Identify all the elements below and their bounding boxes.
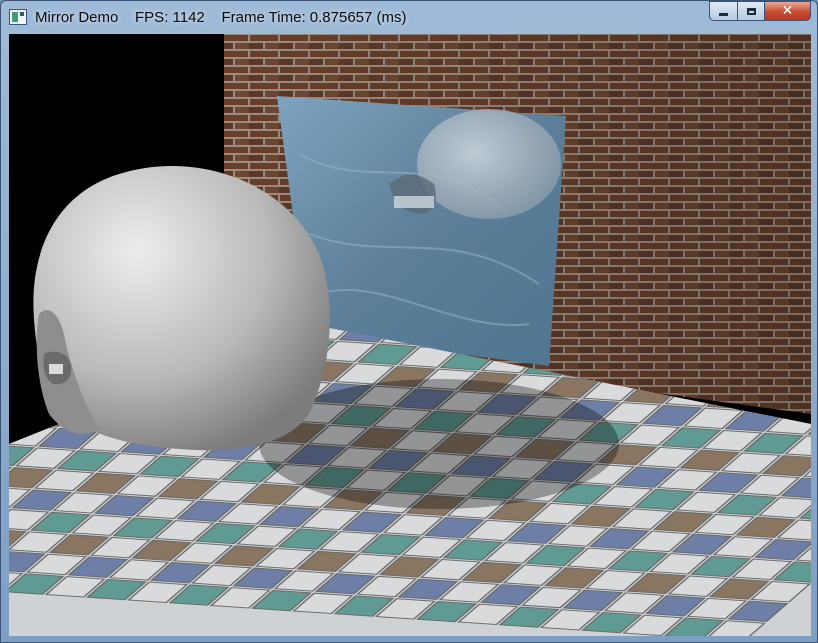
fps-readout: FPS: 1142: [135, 8, 205, 26]
application-window: Mirror Demo FPS: 1142 Frame Time: 0.8756…: [0, 0, 818, 643]
caption-buttons: ✕: [709, 1, 811, 21]
maximize-icon: [746, 7, 756, 15]
app-icon[interactable]: [9, 9, 27, 25]
frame-time-readout: Frame Time: 0.875657 (ms): [221, 8, 407, 26]
close-icon: ✕: [781, 3, 794, 19]
close-button[interactable]: ✕: [764, 1, 811, 21]
render-viewport[interactable]: [9, 34, 811, 636]
maximize-button[interactable]: [737, 1, 764, 21]
title-bar[interactable]: Mirror Demo FPS: 1142 Frame Time: 0.8756…: [1, 1, 817, 33]
rendered-scene: [9, 34, 811, 636]
window-title: Mirror Demo: [35, 8, 119, 26]
minimize-button[interactable]: [709, 1, 737, 21]
minimize-icon: [719, 12, 728, 16]
